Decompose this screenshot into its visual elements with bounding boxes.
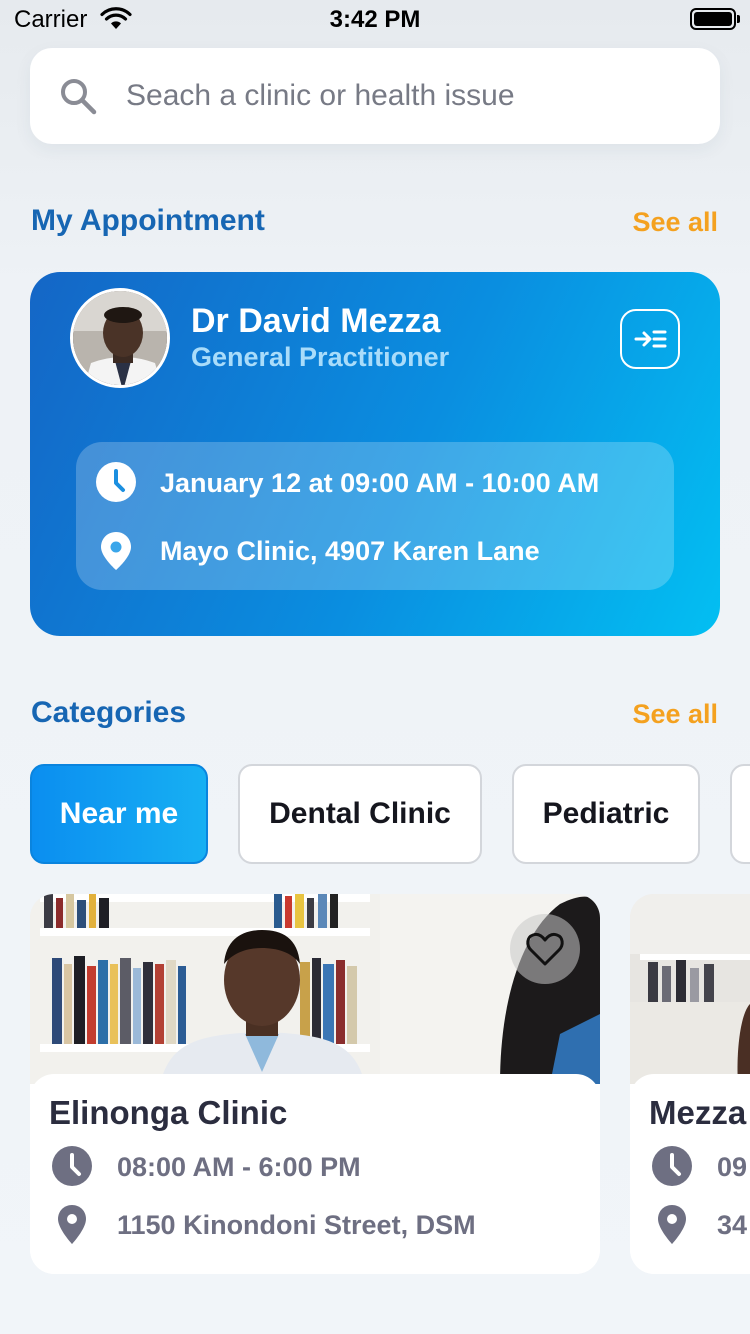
doctor-name: Dr David Mezza xyxy=(191,302,441,340)
appointment-time-row: January 12 at 09:00 AM - 10:00 AM xyxy=(96,462,599,502)
favorite-button[interactable] xyxy=(510,914,580,984)
appointment-card[interactable]: Dr David Mezza General Practitioner Janu… xyxy=(30,272,720,636)
clock-icon xyxy=(52,1146,92,1186)
category-chip-pediatric[interactable]: Pediatric xyxy=(512,764,700,864)
appointment-details-button[interactable] xyxy=(620,309,680,369)
clinic-card[interactable]: Mezza 09 34 xyxy=(630,894,750,1274)
status-bar: Carrier 3:42 PM xyxy=(0,0,750,40)
doctor-avatar xyxy=(70,288,170,388)
clock-icon xyxy=(652,1146,692,1186)
clinic-address: 1150 Kinondoni Street, DSM xyxy=(117,1210,476,1240)
clinic-address: 34 xyxy=(717,1210,748,1240)
clinic-address-row: 34 xyxy=(650,1202,747,1246)
categories-see-all-link[interactable]: See all xyxy=(632,699,718,730)
location-pin-icon xyxy=(658,1205,686,1244)
clinic-info: Elinonga Clinic 08:00 AM - 6:00 PM 1150 … xyxy=(30,1074,600,1274)
clinic-hours: 09 xyxy=(717,1152,748,1182)
appointment-info-panel: January 12 at 09:00 AM - 10:00 AM Mayo C… xyxy=(76,442,674,590)
location-pin-icon xyxy=(58,1205,86,1244)
appointment-location: Mayo Clinic, 4907 Karen Lane xyxy=(160,536,540,566)
clinic-photo xyxy=(630,894,750,1084)
clinic-hours: 08:00 AM - 6:00 PM xyxy=(117,1152,361,1182)
battery-tip xyxy=(737,15,740,23)
appointment-location-row: Mayo Clinic, 4907 Karen Lane xyxy=(96,530,540,570)
search-input[interactable] xyxy=(126,66,696,126)
category-chip-near-me[interactable]: Near me xyxy=(30,764,208,864)
heart-icon xyxy=(526,932,564,966)
battery-icon xyxy=(690,8,736,30)
appointment-datetime: January 12 at 09:00 AM - 10:00 AM xyxy=(160,468,600,498)
categories-section-title: Categories xyxy=(31,696,187,729)
clinic-hours-row: 09 xyxy=(650,1144,747,1188)
clinic-name: Elinonga Clinic xyxy=(49,1094,288,1131)
category-chips: Near me Dental Clinic Pediatric xyxy=(30,764,750,864)
appointments-see-all-link[interactable]: See all xyxy=(632,207,718,238)
search-icon xyxy=(61,79,97,115)
clinic-hours-row: 08:00 AM - 6:00 PM xyxy=(50,1144,361,1188)
clinic-address-row: 1150 Kinondoni Street, DSM xyxy=(50,1202,476,1246)
clock-icon xyxy=(96,462,136,502)
location-pin-icon xyxy=(101,532,131,570)
category-chip-dental-clinic[interactable]: Dental Clinic xyxy=(238,764,482,864)
clinic-name: Mezza xyxy=(649,1094,747,1131)
indent-icon xyxy=(634,330,667,348)
doctor-role: General Practitioner xyxy=(191,342,450,372)
search-bar[interactable] xyxy=(30,48,720,144)
category-chip-more[interactable] xyxy=(730,764,750,864)
appointment-section-title: My Appointment xyxy=(31,204,265,237)
clock-time: 3:42 PM xyxy=(329,6,421,33)
clinic-info: Mezza 09 34 xyxy=(630,1074,750,1274)
clinic-card[interactable]: Elinonga Clinic 08:00 AM - 6:00 PM 1150 … xyxy=(30,894,600,1274)
